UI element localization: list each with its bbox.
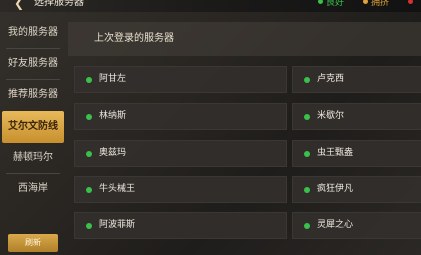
server-card[interactable]: 林纳斯 <box>74 103 287 130</box>
legend-label: 良好 <box>326 0 345 8</box>
status-dot-icon <box>318 0 323 4</box>
sidebar-item-label: 好友服务器 <box>8 58 58 69</box>
server-name: 林纳斯 <box>99 111 127 121</box>
server-name: 米歇尔 <box>317 111 345 121</box>
top-bar: ❮ 选择服务器 良好 拥挤 <box>0 0 421 12</box>
legend-full <box>408 0 416 8</box>
sidebar-item-recommended-servers[interactable]: 推荐服务器 <box>0 80 66 110</box>
sidebar-item-label: 我的服务器 <box>8 27 58 38</box>
status-good-icon <box>86 114 92 120</box>
status-good-icon <box>304 114 310 120</box>
sidebar-item-west-coast[interactable]: 西海岸 <box>0 174 66 204</box>
sidebar-item-label: 西海岸 <box>18 183 48 194</box>
status-good-icon <box>304 77 310 83</box>
sidebar-item-friend-servers[interactable]: 好友服务器 <box>0 49 66 79</box>
legend-good: 良好 <box>318 0 344 8</box>
status-good-icon <box>304 151 310 157</box>
status-good-icon <box>86 77 92 83</box>
sidebar-item-my-servers[interactable]: 我的服务器 <box>0 18 66 48</box>
status-dot-icon <box>408 0 413 4</box>
server-card[interactable]: 阿甘左 <box>74 66 287 93</box>
server-name: 卢克西 <box>317 74 345 84</box>
server-name: 阿甘左 <box>99 74 127 84</box>
panel-title: 上次登录的服务器 <box>94 33 174 44</box>
sidebar-item-elvenguard[interactable]: 艾尔文防线 <box>2 111 64 143</box>
page-title: 选择服务器 <box>34 0 84 8</box>
server-name: 奥兹玛 <box>99 148 127 158</box>
server-card[interactable]: 虫王甄盎 <box>292 140 421 167</box>
server-card[interactable]: 灵犀之心 <box>292 212 421 239</box>
sidebar-item-hendon-myre[interactable]: 赫顿玛尔 <box>0 143 66 173</box>
server-card[interactable]: 牛头械王 <box>74 176 287 203</box>
status-good-icon <box>86 223 92 229</box>
back-arrow-icon[interactable]: ❮ <box>14 0 26 9</box>
status-dot-icon <box>363 0 368 4</box>
server-name: 阿波菲斯 <box>99 220 136 230</box>
status-good-icon <box>304 187 310 193</box>
server-card[interactable]: 疯狂伊凡 <box>292 176 421 203</box>
sidebar-item-label: 赫顿玛尔 <box>13 152 53 163</box>
status-good-icon <box>86 187 92 193</box>
server-card[interactable]: 米歇尔 <box>292 103 421 130</box>
sidebar-item-label: 艾尔文防线 <box>8 121 58 132</box>
legend-busy: 拥挤 <box>363 0 389 8</box>
server-card[interactable]: 奥兹玛 <box>74 140 287 167</box>
server-name: 疯狂伊凡 <box>317 184 354 194</box>
sidebar-item-label: 推荐服务器 <box>8 89 58 100</box>
server-card[interactable]: 卢克西 <box>292 66 421 93</box>
refresh-button[interactable]: 刷新 <box>8 234 58 252</box>
server-name: 虫王甄盎 <box>317 148 354 158</box>
server-name: 牛头械王 <box>99 184 136 194</box>
status-good-icon <box>86 151 92 157</box>
server-card[interactable]: 阿波菲斯 <box>74 212 287 239</box>
status-good-icon <box>304 223 310 229</box>
legend-label: 拥挤 <box>371 0 390 8</box>
server-name: 灵犀之心 <box>317 220 354 230</box>
last-login-header: 上次登录的服务器 <box>68 22 421 56</box>
